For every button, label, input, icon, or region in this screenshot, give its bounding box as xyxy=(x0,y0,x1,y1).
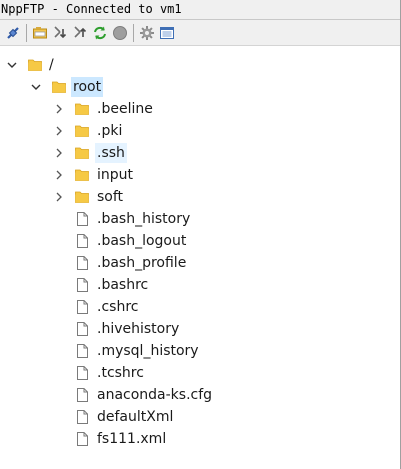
folder-icon xyxy=(74,101,90,117)
file-icon xyxy=(74,343,90,359)
tree-item-label: defaultXml xyxy=(97,409,174,425)
folder-icon xyxy=(27,57,43,73)
chevron-down-icon[interactable] xyxy=(6,59,18,71)
tree-item-label: / xyxy=(49,57,54,73)
tree-item-label: soft xyxy=(97,189,124,205)
tree-folder[interactable]: .beeline xyxy=(0,98,400,120)
tree-item-label: anaconda-ks.cfg xyxy=(97,387,213,403)
folder-icon xyxy=(74,167,90,183)
tree-item-label: fs111.xml xyxy=(97,431,167,447)
tree-folder[interactable]: .pki xyxy=(0,120,400,142)
tree-item-label: .pki xyxy=(97,123,123,139)
tree-node-root-slash[interactable]: / xyxy=(0,54,400,76)
tree-file[interactable]: .hivehistory xyxy=(0,318,400,340)
file-icon xyxy=(74,387,90,403)
file-icon xyxy=(74,255,90,271)
tree-item-label: .hivehistory xyxy=(97,321,180,337)
chevron-right-icon[interactable] xyxy=(53,147,65,159)
file-icon xyxy=(74,431,90,447)
tree-item-label: root xyxy=(71,77,104,97)
tree-file[interactable]: fs111.xml xyxy=(0,428,400,450)
tree-folder[interactable]: soft xyxy=(0,186,400,208)
folder-icon xyxy=(51,79,67,95)
folder-icon xyxy=(74,123,90,139)
messages-icon[interactable] xyxy=(157,23,176,43)
panel-title: NppFTP - Connected to vm1 xyxy=(0,0,400,20)
tree-item-label: .bashrc xyxy=(97,277,149,293)
abort-icon[interactable] xyxy=(110,23,129,43)
file-icon xyxy=(74,211,90,227)
file-icon xyxy=(74,321,90,337)
folder-icon xyxy=(74,189,90,205)
file-icon xyxy=(74,365,90,381)
tree-item-label: .ssh xyxy=(95,143,127,163)
file-icon xyxy=(74,409,90,425)
tree-file[interactable]: .bashrc xyxy=(0,274,400,296)
tree-file[interactable]: .tcshrc xyxy=(0,362,400,384)
download-icon[interactable] xyxy=(50,23,69,43)
file-icon xyxy=(74,299,90,315)
tree-item-label: .bash_history xyxy=(97,211,191,227)
connect-icon[interactable] xyxy=(3,23,22,43)
toolbar-separator xyxy=(133,23,134,42)
chevron-right-icon[interactable] xyxy=(53,191,65,203)
file-icon xyxy=(74,277,90,293)
file-tree: / root .beeline .pki .ssh input soft .bash_hist… xyxy=(0,46,400,450)
tree-item-label: .bash_profile xyxy=(97,255,187,271)
tree-file[interactable]: .bash_history xyxy=(0,208,400,230)
tree-file[interactable]: .bash_logout xyxy=(0,230,400,252)
tree-file[interactable]: .bash_profile xyxy=(0,252,400,274)
tree-item-label: input xyxy=(97,167,134,183)
folder-icon xyxy=(74,145,90,161)
tree-item-label: .mysql_history xyxy=(97,343,199,359)
upload-icon[interactable] xyxy=(70,23,89,43)
tree-file[interactable]: defaultXml xyxy=(0,406,400,428)
chevron-down-icon[interactable] xyxy=(30,81,42,93)
toolbar-separator xyxy=(26,23,27,42)
tree-item-label: .beeline xyxy=(97,101,153,117)
tree-folder[interactable]: .ssh xyxy=(0,142,400,164)
file-icon xyxy=(74,233,90,249)
tree-file[interactable]: anaconda-ks.cfg xyxy=(0,384,400,406)
tree-folder[interactable]: input xyxy=(0,164,400,186)
chevron-right-icon[interactable] xyxy=(53,103,65,115)
nppftp-panel: NppFTP - Connected to vm1 / root .beelin… xyxy=(0,0,401,469)
toolbar xyxy=(0,20,400,46)
refresh-icon[interactable] xyxy=(90,23,109,43)
chevron-right-icon[interactable] xyxy=(53,125,65,137)
gear-icon[interactable] xyxy=(137,23,156,43)
tree-file[interactable]: .cshrc xyxy=(0,296,400,318)
settings-icon[interactable] xyxy=(30,23,49,43)
chevron-right-icon[interactable] xyxy=(53,169,65,181)
tree-node-root[interactable]: root xyxy=(0,76,400,98)
tree-file[interactable]: .mysql_history xyxy=(0,340,400,362)
tree-item-label: .bash_logout xyxy=(97,233,187,249)
tree-item-label: .tcshrc xyxy=(97,365,144,381)
tree-item-label: .cshrc xyxy=(97,299,139,315)
